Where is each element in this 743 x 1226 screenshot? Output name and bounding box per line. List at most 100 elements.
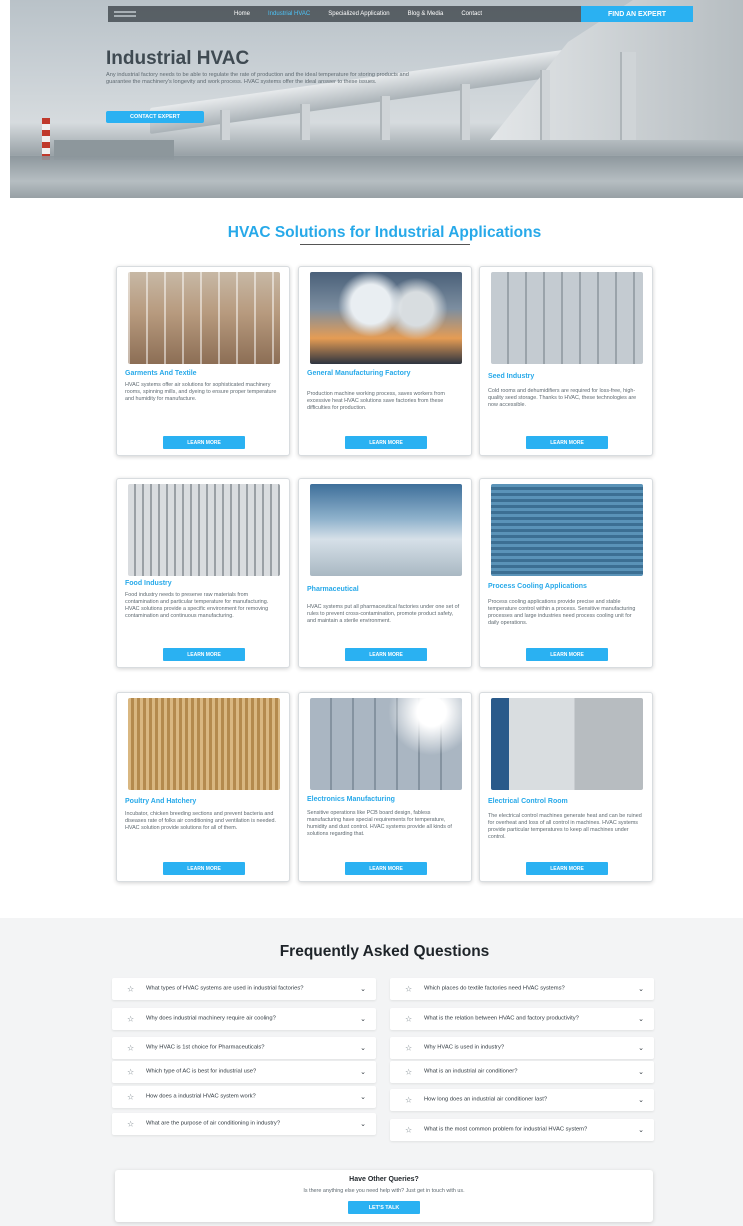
card-description: HVAC systems put all pharmaceutical fact…: [307, 604, 460, 624]
hero-description: Any industrial factory needs to be able …: [106, 72, 409, 86]
card-food-industry: Food Industry Food industry needs to pre…: [116, 478, 290, 668]
faq-item[interactable]: ☆ How long does an industrial air conditi…: [390, 1089, 654, 1111]
chevron-down-icon: ⌄: [638, 1127, 644, 1134]
chevron-down-icon: ⌄: [360, 1045, 366, 1052]
water-reflection: [10, 156, 743, 198]
star-icon: ☆: [405, 984, 413, 994]
faq-item[interactable]: ☆ What is an industrial air conditioner? ⌄: [390, 1061, 654, 1083]
find-expert-button[interactable]: FIND AN EXPERT: [581, 6, 693, 22]
other-queries-box: Have Other Queries? Is there anything el…: [115, 1170, 653, 1222]
faq-item[interactable]: ☆ Which places do textile factories need …: [390, 978, 654, 1000]
card-process-cooling: Process Cooling Applications Process coo…: [479, 478, 653, 668]
bridge-pillar: [220, 110, 230, 140]
nav-contact[interactable]: Contact: [461, 11, 482, 17]
learn-more-button[interactable]: LEARN MORE: [163, 436, 245, 449]
star-icon: ☆: [405, 1067, 413, 1077]
card-title: Process Cooling Applications: [488, 583, 587, 590]
faq-item[interactable]: ☆ Why does industrial machinery require a…: [112, 1008, 376, 1030]
card-title: General Manufacturing Factory: [307, 370, 411, 377]
card-description: Incubator, chicken breeding sections and…: [125, 811, 277, 831]
faq-question: What is an industrial air conditioner?: [424, 1068, 518, 1075]
learn-more-button[interactable]: LEARN MORE: [526, 648, 608, 661]
bridge-pillar: [540, 70, 550, 140]
chevron-down-icon: ⌄: [360, 1069, 366, 1076]
chevron-down-icon: ⌄: [638, 986, 644, 993]
solutions-title: HVAC Solutions for Industrial Applicatio…: [227, 224, 542, 241]
bridge-pillar: [620, 52, 636, 140]
learn-more-button[interactable]: LEARN MORE: [163, 648, 245, 661]
chevron-down-icon: ⌄: [638, 1097, 644, 1104]
faq-item[interactable]: ☆ Why HVAC is used in industry? ⌄: [390, 1037, 654, 1059]
pharmaceutical-lab-image: [310, 484, 462, 576]
learn-more-button[interactable]: LEARN MORE: [345, 436, 427, 449]
learn-more-button[interactable]: LEARN MORE: [526, 862, 608, 875]
faq-question: How long does an industrial air conditio…: [424, 1096, 548, 1103]
faq-question: Which places do textile factories need H…: [424, 985, 565, 992]
nav-industrial-hvac[interactable]: Industrial HVAC: [268, 11, 310, 17]
faq-item[interactable]: ☆ What are the purpose of air conditionin…: [112, 1113, 376, 1135]
manufacturing-factory-image: [310, 272, 462, 364]
nav-home[interactable]: Home: [234, 11, 250, 17]
faq-question: Which type of AC is best for industrial …: [146, 1068, 257, 1075]
card-title: Poultry And Hatchery: [125, 798, 197, 805]
star-icon: ☆: [127, 1092, 135, 1102]
card-title: Electrical Control Room: [488, 798, 568, 805]
card-title: Seed Industry: [488, 373, 535, 380]
learn-more-button[interactable]: LEARN MORE: [345, 648, 427, 661]
learn-more-button[interactable]: LEARN MORE: [163, 862, 245, 875]
card-general-manufacturing: General Manufacturing Factory Production…: [298, 266, 472, 456]
star-icon: ☆: [405, 1014, 413, 1024]
cooling-pipes-image: [491, 484, 643, 576]
card-description: Food industry needs to preserve raw mate…: [125, 592, 269, 619]
star-icon: ☆: [127, 984, 135, 994]
chevron-down-icon: ⌄: [360, 1016, 366, 1023]
queries-title: Have Other Queries?: [349, 1176, 419, 1183]
nav-blog-media[interactable]: Blog & Media: [408, 11, 444, 17]
faq-item[interactable]: ☆ What is the most common problem for ind…: [390, 1119, 654, 1141]
learn-more-button[interactable]: LEARN MORE: [345, 862, 427, 875]
faq-question: Why HVAC is 1st choice for Pharmaceutica…: [146, 1044, 265, 1051]
star-icon: ☆: [127, 1043, 135, 1053]
chevron-down-icon: ⌄: [360, 986, 366, 993]
faq-question: Why HVAC is used in industry?: [424, 1044, 505, 1051]
faq-item[interactable]: ☆ What types of HVAC systems are used in …: [112, 978, 376, 1000]
card-description: Cold rooms and dehumidifiers are require…: [488, 388, 637, 408]
faq-question: What are the purpose of air conditioning…: [146, 1120, 281, 1127]
chevron-down-icon: ⌄: [360, 1094, 366, 1101]
lets-talk-button[interactable]: LET'S TALK: [348, 1201, 420, 1214]
card-title: Food Industry: [125, 580, 172, 587]
star-icon: ☆: [127, 1014, 135, 1024]
hero-banner: [10, 0, 743, 198]
contact-expert-button[interactable]: CONTACT EXPERT: [106, 111, 204, 123]
faq-question: What is the relation between HVAC and fa…: [424, 1015, 579, 1022]
card-poultry-hatchery: Poultry And Hatchery Incubator, chicken …: [116, 692, 290, 882]
card-description: Sensitive operations like PCB board desi…: [307, 810, 452, 837]
chevron-down-icon: ⌄: [360, 1121, 366, 1128]
faq-question: Why does industrial machinery require ai…: [146, 1015, 276, 1022]
learn-more-button[interactable]: LEARN MORE: [526, 436, 608, 449]
card-electrical-control-room: Electrical Control Room The electrical c…: [479, 692, 653, 882]
bridge-pillar: [300, 104, 310, 140]
card-description: Production machine working process, save…: [307, 391, 445, 411]
card-garments-textile: Garments And Textile HVAC systems offer …: [116, 266, 290, 456]
top-nav: Home Industrial HVAC Specialized Applica…: [108, 6, 693, 22]
card-title: Electronics Manufacturing: [307, 796, 395, 803]
star-icon: ☆: [127, 1119, 135, 1129]
faq-question: How does a industrial HVAC system work?: [146, 1093, 256, 1100]
card-description: The electrical control machines generate…: [488, 813, 642, 840]
textile-factory-image: [128, 272, 280, 364]
chevron-down-icon: ⌄: [638, 1045, 644, 1052]
site-logo[interactable]: [114, 11, 136, 17]
faq-item[interactable]: ☆ Which type of AC is best for industrial…: [112, 1061, 376, 1083]
control-room-image: [491, 698, 643, 790]
chevron-down-icon: ⌄: [638, 1016, 644, 1023]
star-icon: ☆: [127, 1067, 135, 1077]
chimney-graphic: [42, 118, 50, 160]
nav-specialized-application[interactable]: Specialized Application: [328, 11, 389, 17]
poultry-farm-image: [128, 698, 280, 790]
faq-item[interactable]: ☆ What is the relation between HVAC and f…: [390, 1008, 654, 1030]
faq-item[interactable]: ☆ How does a industrial HVAC system work?…: [112, 1086, 376, 1108]
card-description: HVAC systems offer air solutions for sop…: [125, 382, 277, 402]
faq-item[interactable]: ☆ Why HVAC is 1st choice for Pharmaceutic…: [112, 1037, 376, 1059]
card-description: Process cooling applications provide pre…: [488, 599, 636, 626]
